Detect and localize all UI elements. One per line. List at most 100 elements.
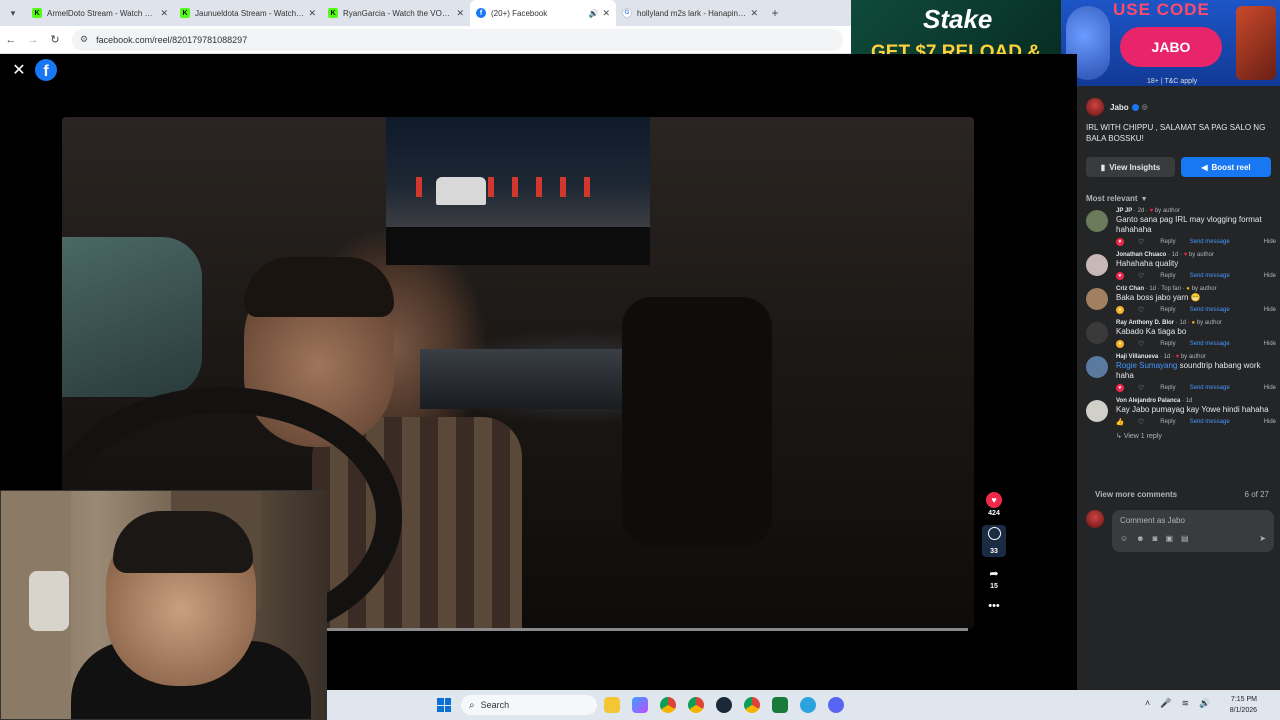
copilot-icon[interactable] [632,697,648,713]
new-tab-button[interactable]: + [764,6,786,20]
chrome-icon[interactable] [688,697,704,713]
taskbar-search[interactable]: ⌕ Search [461,695,597,715]
dislike-icon[interactable]: ♡ [1138,272,1144,280]
send-message-link[interactable]: Send message [1190,239,1230,245]
tab-close-icon[interactable]: ✕ [456,8,464,19]
share-action[interactable]: ➦ 15 [982,565,1006,591]
haha-icon[interactable]: ● [1116,340,1124,348]
discord-icon[interactable] [828,697,844,713]
avatar[interactable] [1086,210,1108,232]
tab-search-icon[interactable]: ▾ [0,0,26,26]
reply-button[interactable]: Reply [1160,273,1175,279]
hide-button[interactable]: Hide [1264,341,1276,347]
send-message-link[interactable]: Send message [1190,273,1230,279]
send-message-link[interactable]: Send message [1190,419,1230,425]
camera-icon[interactable]: ◙ [1153,534,1158,543]
reply-button[interactable]: Reply [1160,239,1175,245]
ad-code-button[interactable]: JABO [1120,27,1222,67]
author-name[interactable]: Jabo [1110,103,1129,112]
comment-author[interactable]: Jonathan Chuaco [1116,252,1166,258]
reply-button[interactable]: Reply [1160,419,1175,425]
taskbar-clock[interactable]: 7:15 PM 8/1/2026 [1217,694,1257,716]
tab-close-icon[interactable]: ✕ [308,8,316,19]
dislike-icon[interactable]: ♡ [1138,306,1144,314]
avatar[interactable] [1086,254,1108,276]
dislike-icon[interactable]: ♡ [1138,238,1144,246]
view-replies-link[interactable]: ↳ View 1 reply [1116,432,1276,440]
video-progress-bar[interactable] [327,628,968,631]
send-message-link[interactable]: Send message [1190,307,1230,313]
comment-author[interactable]: Ray Anthony D. Blor [1116,320,1174,326]
app-icon[interactable] [772,697,788,713]
avatar[interactable] [1086,322,1108,344]
heart-icon[interactable]: ♥ [1116,384,1124,392]
speaker-icon[interactable]: 🔊 [588,9,598,18]
avatar-sticker-icon[interactable]: ☺ [1120,534,1128,543]
send-icon[interactable]: ➤ [1259,534,1266,543]
hide-button[interactable]: Hide [1264,273,1276,279]
tab-ryangarcia[interactable]: K RyanGarcia - Watch the VOD on ✕ [322,0,470,26]
tab-armeldoto[interactable]: K ArmelDoto Stream - Watch Live ✕ [26,0,174,26]
reply-button[interactable]: Reply [1160,307,1175,313]
haha-icon[interactable]: ● [1116,306,1124,314]
heart-icon[interactable]: ♥ [1116,238,1124,246]
back-arrow-icon[interactable]: ← [0,34,22,46]
comment-action[interactable]: 33 [982,525,1006,557]
hide-button[interactable]: Hide [1264,239,1276,245]
tray-chevron-icon[interactable]: ˄ [1145,698,1150,709]
file-explorer-icon[interactable] [604,697,620,713]
like-icon[interactable]: 👍 [1116,418,1125,426]
hide-button[interactable]: Hide [1264,419,1276,425]
comment-author[interactable]: Criz Chan [1116,286,1144,292]
url-field[interactable]: ⚙ facebook.com/reel/820179781088297 [72,28,843,51]
tab-google-search[interactable]: G hollyland m2s lark - Hanapin sa ✕ [616,0,764,26]
heart-icon[interactable]: ♥ [1116,272,1124,280]
steam-icon[interactable] [716,697,732,713]
facebook-logo-icon[interactable]: f [35,59,57,81]
volume-icon[interactable]: 🔊 [1199,698,1210,709]
mentioned-user-link[interactable]: Rogie Sumayang [1116,361,1177,370]
send-message-link[interactable]: Send message [1190,341,1230,347]
comment-author[interactable]: Haji Villanueva [1116,354,1158,360]
boost-reel-button[interactable]: ◀ Boost reel [1181,157,1271,177]
dislike-icon[interactable]: ♡ [1138,384,1144,392]
microphone-icon[interactable]: 🎤 [1160,698,1171,709]
view-insights-button[interactable]: ▮ View Insights [1086,157,1175,177]
chrome-icon[interactable] [660,697,676,713]
avatar[interactable] [1086,356,1108,378]
dislike-icon[interactable]: ♡ [1138,418,1144,426]
ad-terms: 18+ | T&C apply [1147,78,1198,85]
reply-button[interactable]: Reply [1160,385,1175,391]
sticker-icon[interactable]: ▤ [1181,534,1189,543]
dislike-icon[interactable]: ♡ [1138,340,1144,348]
tab-close-icon[interactable]: ✕ [160,8,168,19]
tab-jaunueldota[interactable]: K Jaunueldota Stream - Watch Live ✕ [174,0,322,26]
close-icon[interactable]: ✕ [10,62,28,80]
reply-button[interactable]: Reply [1160,341,1175,347]
wifi-icon[interactable]: ≋ [1181,698,1189,709]
telegram-icon[interactable] [800,697,816,713]
avatar[interactable] [1086,288,1108,310]
tab-close-icon[interactable]: ✕ [602,8,610,19]
forward-arrow-icon[interactable]: → [22,34,44,46]
avatar[interactable] [1086,98,1104,116]
tab-facebook[interactable]: f (20+) Facebook 🔊 ✕ [470,0,616,26]
tab-close-icon[interactable]: ✕ [750,8,758,19]
comment-author[interactable]: Von Alejandro Palanca [1116,398,1180,404]
site-info-icon[interactable]: ⚙ [80,34,88,45]
hide-button[interactable]: Hide [1264,385,1276,391]
view-more-comments-link[interactable]: View more comments [1095,490,1177,499]
comment-sort-dropdown[interactable]: Most relevant ▼ [1086,194,1148,203]
windows-start-icon[interactable] [437,698,451,712]
comment-input[interactable]: Comment as Jabo ☺ ☻ ◙ ▣ ▤ ➤ [1112,510,1274,552]
gif-icon[interactable]: ▣ [1165,534,1173,543]
emoji-icon[interactable]: ☻ [1136,534,1144,543]
chrome-icon[interactable] [744,697,760,713]
comment-author[interactable]: JP JP [1116,208,1132,214]
hide-button[interactable]: Hide [1264,307,1276,313]
more-action[interactable]: ••• [982,598,1006,614]
like-action[interactable]: ♥ 424 [982,492,1006,517]
send-message-link[interactable]: Send message [1190,385,1230,391]
avatar[interactable] [1086,400,1108,422]
reload-icon[interactable]: ↻ [44,33,66,46]
